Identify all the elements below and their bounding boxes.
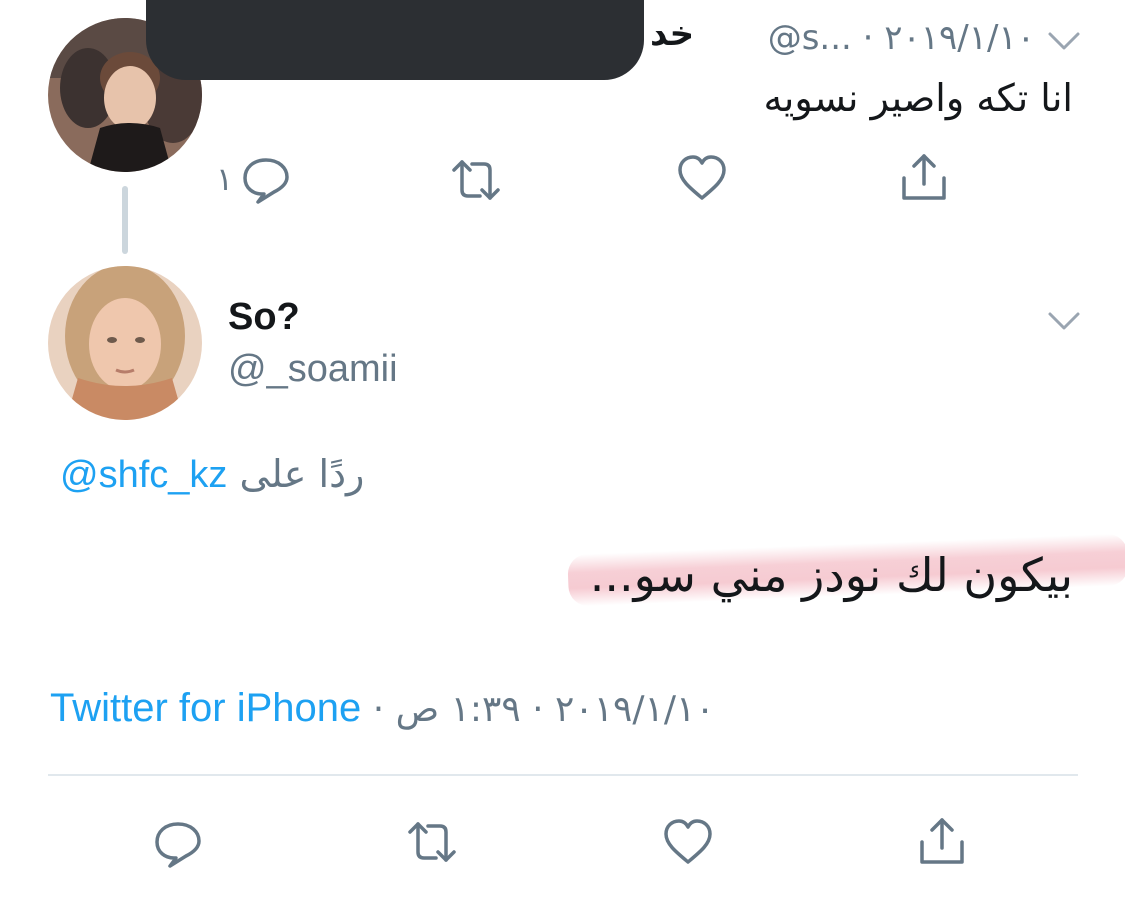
share-icon[interactable] (912, 812, 972, 872)
parent-handle-time[interactable]: @s... · ٢٠١٩/١/١٠ (768, 18, 1035, 58)
retweet-icon[interactable] (402, 812, 462, 872)
chevron-down-icon[interactable] (1046, 302, 1082, 338)
tweet-source[interactable]: Twitter for iPhone (50, 686, 361, 730)
reply-count: ١ (216, 160, 234, 198)
replying-to-label: ردًا على (239, 452, 365, 496)
replying-to: ردًا على @shfc_kz (60, 452, 364, 497)
reply-icon[interactable] (236, 148, 296, 208)
heart-icon[interactable] (658, 812, 718, 872)
tweet-timestamp: · ٢٠١٩/١/١٠ · ١:٣٩ ص (361, 689, 715, 730)
share-icon[interactable] (894, 148, 954, 208)
display-name[interactable]: So? (228, 296, 300, 339)
reply-icon[interactable] (148, 812, 208, 872)
parent-tweet-text: انا تكه واصير نسويه (763, 76, 1073, 120)
user-handle[interactable]: @_soamii (228, 348, 398, 391)
retweet-icon[interactable] (446, 150, 506, 210)
chevron-down-icon[interactable] (1046, 22, 1082, 58)
heart-icon[interactable] (672, 148, 732, 208)
tweet-footer: Twitter for iPhone · ٢٠١٩/١/١٠ · ١:٣٩ ص (50, 686, 715, 731)
avatar-photo (48, 266, 202, 420)
redaction-bar (146, 0, 644, 80)
thread-line (122, 186, 128, 254)
divider (48, 774, 1078, 776)
parent-display-name[interactable]: خد (650, 14, 694, 54)
avatar[interactable] (48, 266, 202, 420)
tweet-text: بيكون لك نودز مني سو... (589, 548, 1073, 602)
replying-to-handle[interactable]: @shfc_kz (60, 454, 227, 496)
